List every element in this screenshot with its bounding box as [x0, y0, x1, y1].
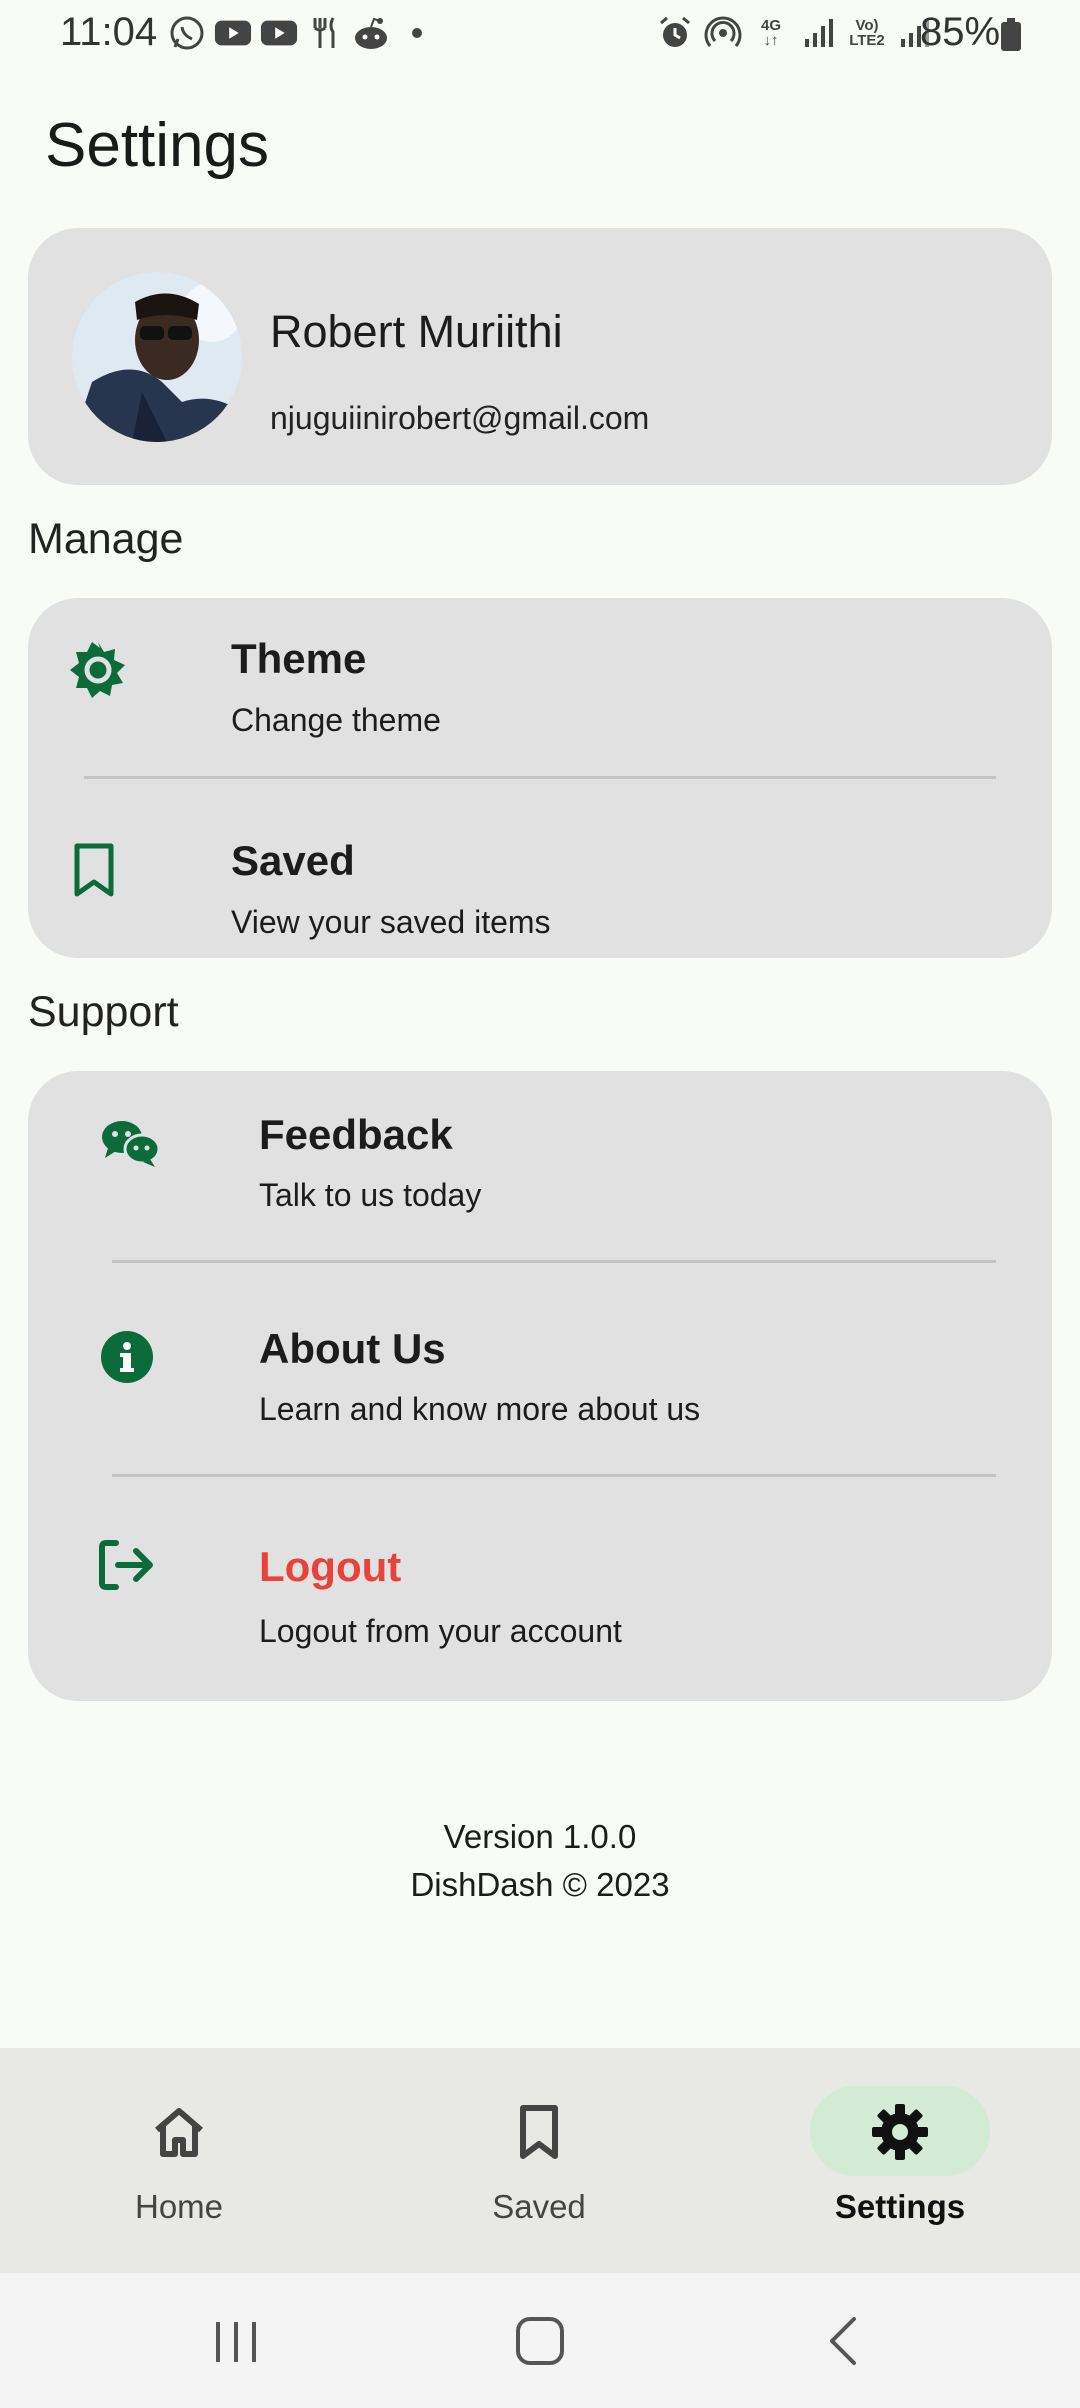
page-title: Settings: [45, 111, 270, 180]
divider: [112, 1474, 996, 1477]
settings-item-about-us[interactable]: About Us Learn and know more about us: [28, 1280, 1052, 1470]
info-icon: [100, 1330, 156, 1386]
system-icons: 4G ↓↑ Vo) LTE2: [656, 14, 934, 52]
gear-icon: [870, 2102, 930, 2162]
bookmark-icon: [72, 842, 122, 902]
profile-email: njuguiinirobert@gmail.com: [270, 400, 650, 436]
nav-label-saved: Saved: [492, 2188, 586, 2225]
network-type-label: 4G: [760, 17, 781, 34]
status-time: 11:04: [60, 10, 158, 54]
home-button[interactable]: [514, 2315, 566, 2372]
chat-icon: [100, 1118, 161, 1168]
recent-apps-button[interactable]: [212, 2318, 260, 2371]
section-label-support: Support: [28, 988, 179, 1036]
saved-subtitle: View your saved items: [231, 904, 551, 940]
profile-name: Robert Muriithi: [270, 306, 563, 357]
logout-icon: [98, 1539, 158, 1595]
notification-icons: [168, 14, 436, 52]
youtube-icon: [260, 14, 298, 52]
about-us-subtitle: Learn and know more about us: [259, 1391, 701, 1427]
back-button[interactable]: [824, 2315, 864, 2372]
saved-title: Saved: [231, 837, 355, 884]
system-navigation-bar: [0, 2273, 1080, 2408]
copyright: DishDash © 2023: [410, 1866, 670, 1903]
nav-item-saved[interactable]: Saved: [419, 2060, 659, 2260]
restaurant-icon: [306, 14, 344, 52]
settings-item-saved[interactable]: Saved View your saved items: [28, 800, 1052, 955]
lte-label: Vo) LTE2: [849, 17, 885, 49]
nav-label-settings: Settings: [834, 2188, 966, 2225]
feedback-subtitle: Talk to us today: [259, 1177, 482, 1213]
status-bar: 11:04 4G ↓↑ Vo) LTE2 85%: [0, 0, 1080, 70]
logout-subtitle: Logout from your account: [259, 1613, 622, 1649]
divider: [112, 1260, 996, 1263]
battery-percentage: 85%: [920, 10, 1001, 54]
home-icon: [149, 2102, 209, 2162]
theme-subtitle: Change theme: [231, 702, 441, 738]
dot-icon: [398, 14, 436, 52]
youtube-icon: [214, 14, 252, 52]
section-label-manage: Manage: [28, 515, 184, 563]
about-us-title: About Us: [259, 1325, 446, 1372]
nav-item-settings[interactable]: Settings: [780, 2060, 1020, 2260]
avatar[interactable]: [72, 272, 242, 442]
bookmark-icon: [509, 2102, 569, 2162]
settings-item-theme[interactable]: Theme Change theme: [28, 610, 1052, 780]
battery-icon: [1000, 18, 1022, 57]
whatsapp-icon: [168, 14, 206, 52]
lte-icon: Vo) LTE2: [848, 14, 886, 52]
theme-title: Theme: [231, 635, 367, 682]
reddit-icon: [352, 14, 390, 52]
alarm-icon: [656, 14, 694, 52]
network-type-icon: 4G ↓↑: [760, 17, 781, 49]
gear-sun-icon: [68, 640, 128, 700]
nav-label-home: Home: [134, 2188, 224, 2225]
hotspot-icon: [704, 14, 742, 52]
logout-title: Logout: [259, 1543, 402, 1590]
feedback-title: Feedback: [259, 1111, 453, 1158]
divider: [84, 776, 996, 779]
nav-item-home[interactable]: Home: [59, 2060, 299, 2260]
settings-item-feedback[interactable]: Feedback Talk to us today: [28, 1080, 1052, 1260]
signal-icon: [800, 14, 838, 52]
settings-item-logout[interactable]: Logout Logout from your account: [28, 1495, 1052, 1695]
app-version: Version 1.0.0: [443, 1818, 637, 1855]
